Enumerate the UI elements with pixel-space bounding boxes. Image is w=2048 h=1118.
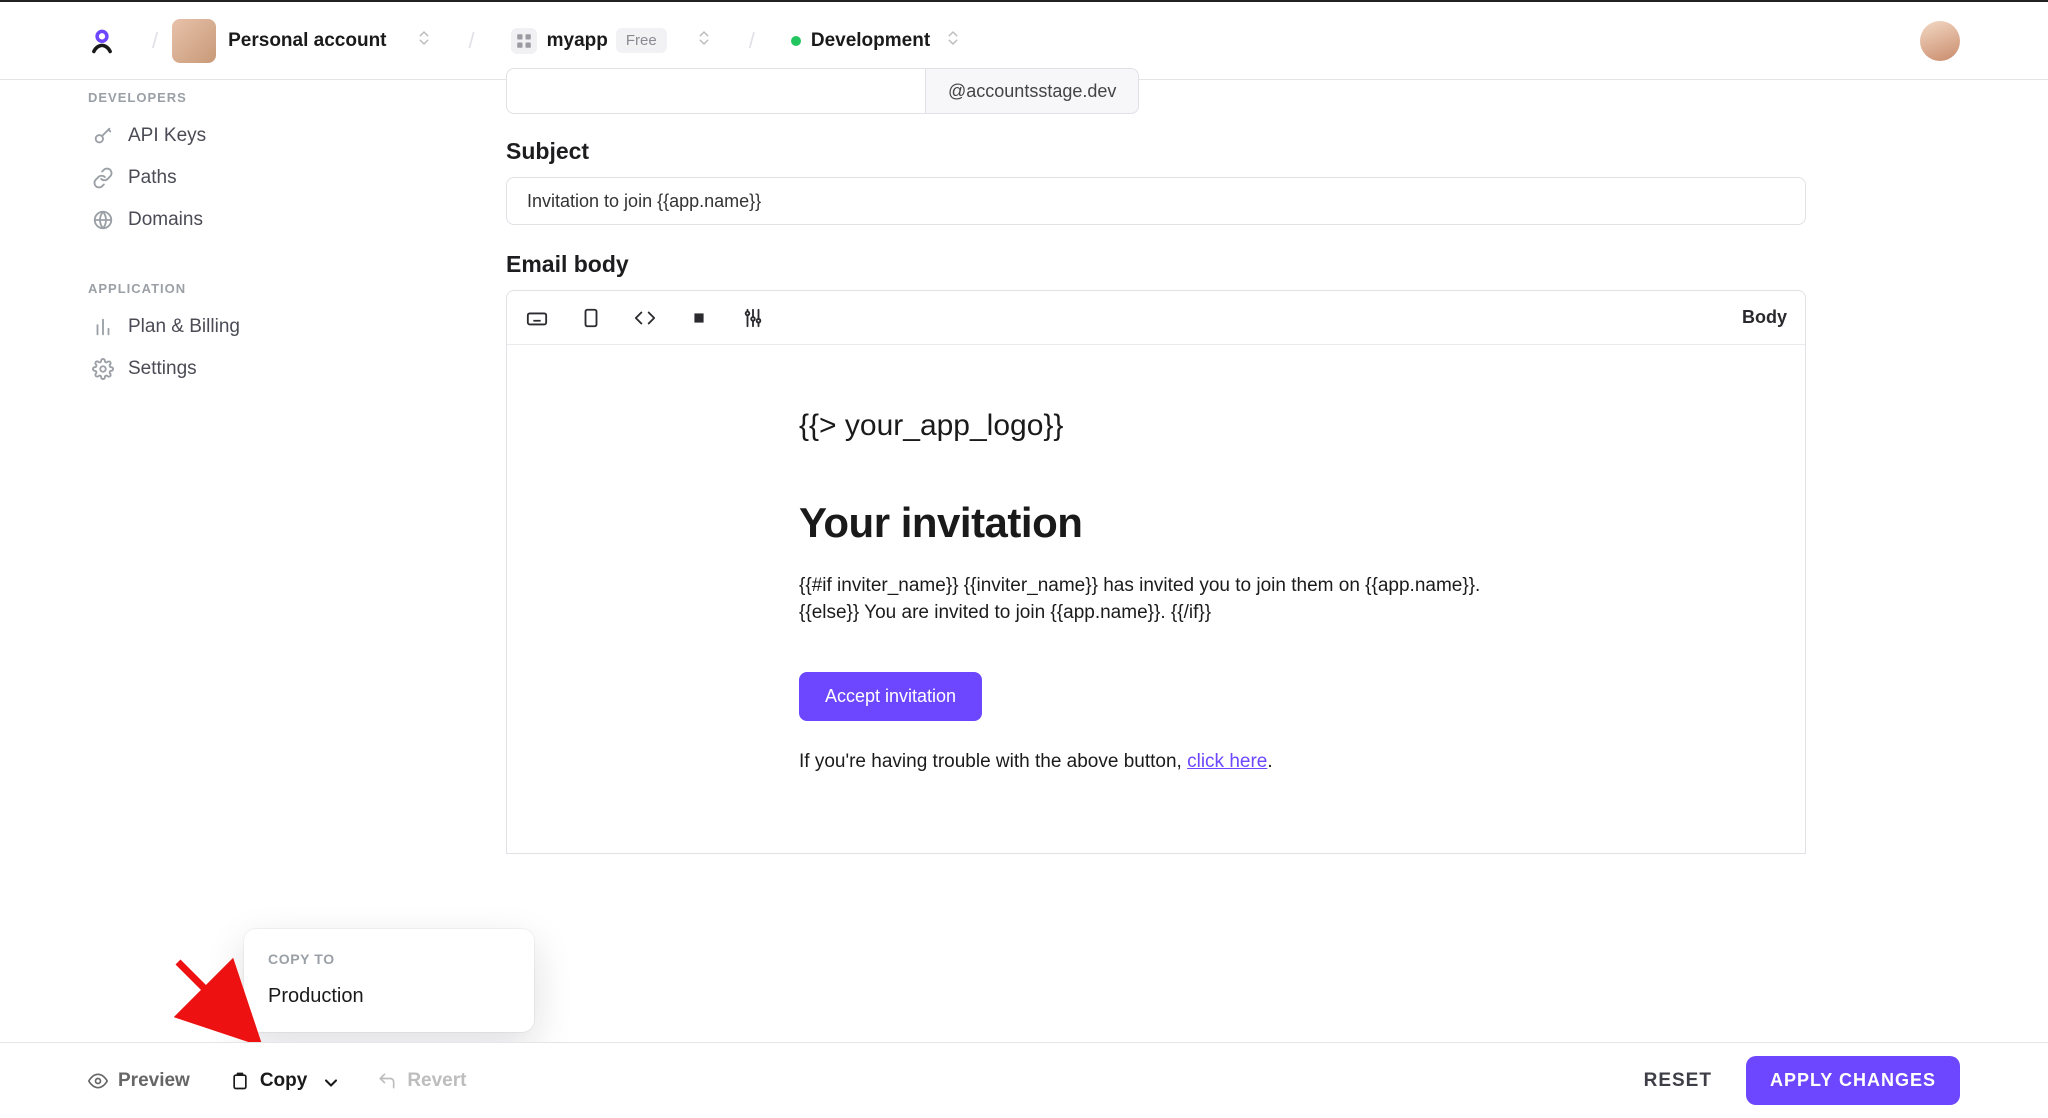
plan-badge: Free	[616, 28, 667, 53]
accept-invitation-button[interactable]: Accept invitation	[799, 672, 982, 721]
sliders-icon[interactable]	[741, 306, 765, 330]
clipboard-icon	[230, 1071, 250, 1091]
revert-label: Revert	[407, 1070, 466, 1092]
subject-input[interactable]	[506, 177, 1806, 225]
updown-icon	[415, 29, 433, 52]
gear-icon	[92, 358, 114, 380]
account-switcher[interactable]: Personal account	[172, 19, 432, 63]
email-paragraph: {{#if inviter_name}} {{inviter_name}} ha…	[799, 573, 1513, 626]
chevron-down-icon	[321, 1073, 337, 1089]
breadcrumb-separator: /	[469, 28, 475, 54]
sidebar-item-settings[interactable]: Settings	[88, 348, 358, 390]
editor-toolbar: Body	[507, 291, 1805, 345]
from-local-part-input[interactable]	[506, 68, 926, 114]
app-logo-icon[interactable]	[88, 27, 116, 55]
breadcrumb-separator: /	[152, 28, 158, 54]
main-content: @accountsstage.dev Subject Email body Bo…	[506, 68, 1846, 854]
editor-mode-label[interactable]: Body	[1742, 307, 1787, 328]
email-trouble-prefix: If you're having trouble with the above …	[799, 751, 1187, 772]
globe-icon	[92, 209, 114, 231]
email-editor: Body {{> your_app_logo}} Your invitation…	[506, 290, 1806, 854]
app-grid-icon	[511, 28, 537, 54]
sidebar-item-label: Plan & Billing	[128, 316, 240, 338]
tablet-icon[interactable]	[579, 306, 603, 330]
from-domain-suffix: @accountsstage.dev	[926, 68, 1139, 114]
email-logo-token: {{> your_app_logo}}	[799, 409, 1513, 443]
footer-bar: Preview Copy Revert RESET APPLY CHANGES	[0, 1042, 2048, 1118]
preview-button[interactable]: Preview	[88, 1070, 190, 1092]
sidebar: DEVELOPERS API Keys Paths Domains APPLIC…	[88, 80, 358, 390]
sidebar-item-label: Settings	[128, 358, 197, 380]
user-avatar[interactable]	[1920, 21, 1960, 61]
account-label: Personal account	[228, 30, 386, 52]
updown-icon	[695, 29, 713, 52]
square-fill-icon[interactable]	[687, 306, 711, 330]
copy-button[interactable]: Copy	[230, 1070, 338, 1092]
sidebar-item-label: API Keys	[128, 125, 206, 147]
updown-icon	[944, 29, 962, 52]
from-row: @accountsstage.dev	[506, 68, 1846, 114]
copy-to-title: COPY TO	[268, 951, 510, 967]
copy-label: Copy	[260, 1070, 308, 1092]
chart-bar-icon	[92, 316, 114, 338]
sidebar-item-api-keys[interactable]: API Keys	[88, 115, 358, 157]
apply-changes-button[interactable]: APPLY CHANGES	[1746, 1056, 1960, 1105]
code-icon[interactable]	[633, 306, 657, 330]
env-label: Development	[811, 30, 930, 52]
sidebar-item-domains[interactable]: Domains	[88, 199, 358, 241]
link-icon	[92, 167, 114, 189]
sidebar-item-plan-billing[interactable]: Plan & Billing	[88, 306, 358, 348]
email-trouble-link[interactable]: click here	[1187, 751, 1267, 772]
app-name-label: myapp	[547, 30, 608, 52]
email-trouble-text: If you're having trouble with the above …	[799, 751, 1513, 773]
undo-icon	[377, 1071, 397, 1091]
revert-button[interactable]: Revert	[377, 1070, 466, 1092]
body-label: Email body	[506, 251, 1846, 278]
copy-to-item-production[interactable]: Production	[268, 985, 510, 1008]
preview-label: Preview	[118, 1070, 190, 1092]
account-avatar	[172, 19, 216, 63]
sidebar-section-developers: DEVELOPERS	[88, 90, 358, 105]
keyboard-layout-icon[interactable]	[525, 306, 549, 330]
email-trouble-suffix: .	[1267, 751, 1272, 772]
copy-to-popover: COPY TO Production	[244, 929, 534, 1032]
sidebar-item-paths[interactable]: Paths	[88, 157, 358, 199]
sidebar-item-label: Domains	[128, 209, 203, 231]
app-switcher[interactable]: myapp Free	[511, 28, 713, 54]
editor-body[interactable]: {{> your_app_logo}} Your invitation {{#i…	[507, 345, 1805, 853]
sidebar-item-label: Paths	[128, 167, 177, 189]
subject-label: Subject	[506, 138, 1846, 165]
reset-button[interactable]: RESET	[1644, 1070, 1712, 1092]
env-status-dot-icon	[791, 36, 801, 46]
breadcrumb-separator: /	[749, 28, 755, 54]
eye-icon	[88, 1071, 108, 1091]
email-heading: Your invitation	[799, 499, 1513, 547]
sidebar-section-application: APPLICATION	[88, 281, 358, 296]
environment-switcher[interactable]: Development	[791, 29, 962, 52]
key-icon	[92, 125, 114, 147]
